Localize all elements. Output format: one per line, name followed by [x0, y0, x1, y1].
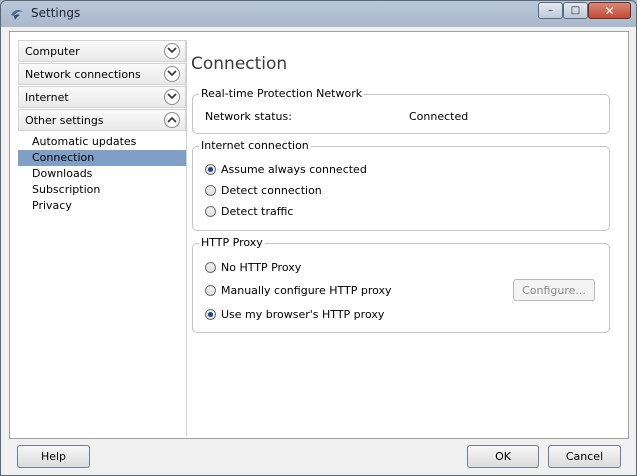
- radio-label: Use my browser's HTTP proxy: [221, 308, 385, 321]
- chevron-down-icon[interactable]: [164, 89, 180, 105]
- radio-button[interactable]: [205, 164, 216, 175]
- radio-manual-proxy[interactable]: Manually configure HTTP proxy: [205, 284, 392, 297]
- minimize-button[interactable]: –: [538, 2, 563, 19]
- radio-label: Detect connection: [221, 184, 322, 197]
- group-title: Internet connection: [199, 139, 311, 152]
- network-status-value: Connected: [409, 110, 469, 123]
- radio-detect-connection[interactable]: Detect connection: [205, 184, 322, 197]
- radio-button[interactable]: [205, 285, 216, 296]
- radio-detect-traffic[interactable]: Detect traffic: [205, 205, 293, 218]
- sidebar-section-label: Network connections: [25, 68, 141, 81]
- group-title: HTTP Proxy: [199, 236, 265, 249]
- network-status-label: Network status:: [205, 110, 292, 123]
- radio-no-http-proxy[interactable]: No HTTP Proxy: [205, 261, 301, 274]
- help-button[interactable]: Help: [17, 445, 90, 468]
- radio-browser-proxy[interactable]: Use my browser's HTTP proxy: [205, 308, 384, 321]
- radio-label: Manually configure HTTP proxy: [221, 284, 392, 297]
- chevron-down-icon[interactable]: [164, 43, 180, 59]
- internet-connection-group: Internet connection Assume always connec…: [192, 139, 610, 231]
- chevron-up-icon[interactable]: [164, 112, 180, 128]
- sidebar-item-downloads[interactable]: Downloads: [18, 166, 186, 182]
- chevron-down-icon[interactable]: [164, 66, 180, 82]
- sidebar-item-automatic-updates[interactable]: Automatic updates: [18, 134, 186, 150]
- sidebar-item-subscription[interactable]: Subscription: [18, 182, 186, 198]
- client-area: Computer Network connections Internet Ot…: [9, 31, 629, 439]
- radio-assume-always-connected[interactable]: Assume always connected: [205, 163, 367, 176]
- maximize-icon: □: [570, 5, 581, 16]
- app-icon: [11, 10, 23, 20]
- sidebar-item-connection[interactable]: Connection: [18, 150, 186, 166]
- radio-button[interactable]: [205, 309, 216, 320]
- radio-button[interactable]: [205, 206, 216, 217]
- sidebar-subitems: Automatic updates Connection Downloads S…: [18, 134, 186, 214]
- rpn-group: Real-time Protection Network Network sta…: [192, 87, 610, 134]
- http-proxy-group: HTTP Proxy No HTTP Proxy Manually config…: [192, 236, 610, 333]
- sidebar: Computer Network connections Internet Ot…: [18, 40, 187, 436]
- maximize-button[interactable]: □: [563, 2, 588, 19]
- close-icon: ✕: [604, 3, 615, 18]
- sidebar-section-computer[interactable]: Computer: [18, 40, 186, 62]
- group-title: Real-time Protection Network: [199, 87, 365, 100]
- configure-button[interactable]: Configure...: [513, 279, 595, 301]
- radio-label: Assume always connected: [221, 163, 367, 176]
- ok-button[interactable]: OK: [467, 445, 539, 468]
- close-button[interactable]: ✕: [588, 2, 631, 19]
- radio-button[interactable]: [205, 185, 216, 196]
- main-panel: Connection Real-time Protection Network …: [190, 40, 618, 436]
- sidebar-item-privacy[interactable]: Privacy: [18, 198, 186, 214]
- settings-window: Settings – □ ✕ Computer Network connecti…: [0, 0, 637, 476]
- title-bar[interactable]: Settings – □ ✕: [1, 1, 636, 27]
- sidebar-section-network-connections[interactable]: Network connections: [18, 63, 186, 85]
- radio-button[interactable]: [205, 262, 216, 273]
- page-title: Connection: [191, 54, 288, 74]
- minimize-icon: –: [548, 5, 553, 16]
- sidebar-section-label: Internet: [25, 91, 69, 104]
- sidebar-section-internet[interactable]: Internet: [18, 86, 186, 108]
- sidebar-section-label: Other settings: [25, 114, 104, 127]
- radio-label: No HTTP Proxy: [221, 261, 302, 274]
- sidebar-section-label: Computer: [25, 45, 80, 58]
- cancel-button[interactable]: Cancel: [548, 445, 621, 468]
- radio-label: Detect traffic: [221, 205, 294, 218]
- sidebar-section-other-settings[interactable]: Other settings: [18, 109, 186, 131]
- window-title: Settings: [31, 6, 81, 20]
